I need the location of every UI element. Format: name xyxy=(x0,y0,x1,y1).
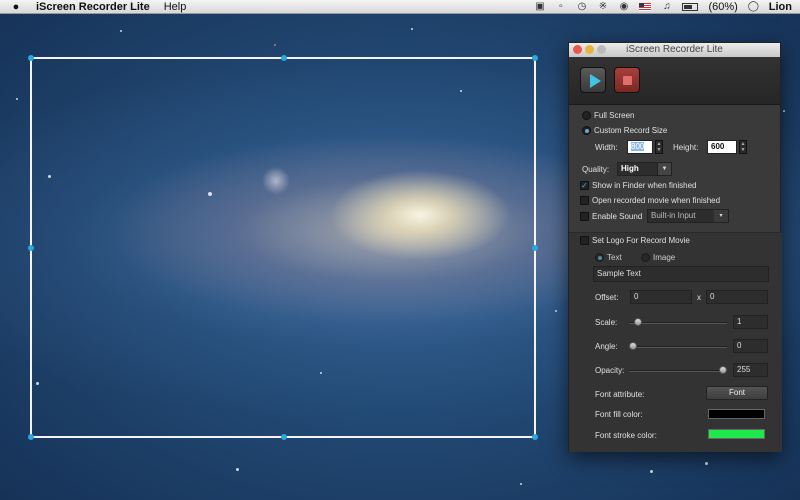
user-name[interactable]: Lion xyxy=(769,1,792,13)
resize-handle-tl[interactable] xyxy=(28,55,34,61)
chevron-down-icon: ▾ xyxy=(714,210,728,222)
quality-select[interactable]: High ▼ xyxy=(617,162,672,176)
opacity-slider[interactable] xyxy=(629,370,727,372)
offset-separator: x xyxy=(697,293,701,302)
full-screen-label: Full Screen xyxy=(594,111,635,120)
volume-icon[interactable]: ♫ xyxy=(661,2,672,12)
logo-text-radio[interactable] xyxy=(595,253,604,262)
record-settings: Full Screen Custom Record Size Width: 80… xyxy=(569,106,782,232)
resize-handle-tc[interactable] xyxy=(281,55,287,61)
stop-button[interactable] xyxy=(614,67,640,93)
menu-bar: ● iScreen Recorder Lite Help ▣ ▫ ◷ ※ ◉ ♫… xyxy=(0,0,800,14)
resize-handle-bl[interactable] xyxy=(28,434,34,440)
custom-size-radio[interactable] xyxy=(582,126,591,135)
resize-handle-bc[interactable] xyxy=(281,434,287,440)
sound-input-value: Built-in Input xyxy=(651,211,696,220)
sample-text-input[interactable]: Sample Text xyxy=(593,266,769,282)
logo-settings: Set Logo For Record Movie Text Image Sam… xyxy=(569,233,782,452)
resize-handle-tr[interactable] xyxy=(532,55,538,61)
offset-label: Offset: xyxy=(595,293,619,302)
battery-percent: (60%) xyxy=(708,1,738,13)
height-label: Height: xyxy=(673,143,699,152)
width-input[interactable]: 800 xyxy=(627,140,653,154)
us-flag-icon[interactable] xyxy=(639,3,652,11)
recorder-window: iScreen Recorder Lite Full Screen Custom… xyxy=(568,42,782,452)
offset-x-input[interactable]: 0 xyxy=(630,290,692,304)
time-machine-icon[interactable]: ◷ xyxy=(576,2,587,12)
font-stroke-color-label: Font stroke color: xyxy=(595,431,657,440)
font-attribute-label: Font attribute: xyxy=(595,390,645,399)
status-area: ▣ ▫ ◷ ※ ◉ ♫ (60%) ◯ Lion xyxy=(534,0,792,14)
scale-slider-knob[interactable] xyxy=(633,318,642,326)
clock-icon[interactable]: ◯ xyxy=(748,2,759,12)
quality-label: Quality: xyxy=(582,165,610,174)
scale-label: Scale: xyxy=(595,318,618,327)
toolbar xyxy=(569,57,780,105)
resize-handle-ml[interactable] xyxy=(28,245,34,251)
height-input[interactable]: 600 xyxy=(707,140,737,154)
close-icon[interactable] xyxy=(573,45,582,54)
show-in-finder-label: Show in Finder when finished xyxy=(592,181,697,190)
resize-handle-mr[interactable] xyxy=(532,245,538,251)
minimize-icon[interactable] xyxy=(585,45,594,54)
wifi-icon[interactable]: ◉ xyxy=(618,2,629,12)
angle-slider-knob[interactable] xyxy=(629,342,637,350)
app-menu[interactable]: iScreen Recorder Lite xyxy=(36,1,150,13)
play-button[interactable] xyxy=(580,67,606,93)
screen-icon[interactable]: ▣ xyxy=(534,2,545,12)
font-fill-color-label: Font fill color: xyxy=(595,410,643,419)
custom-size-label: Custom Record Size xyxy=(594,126,668,135)
opacity-slider-knob[interactable] xyxy=(719,366,727,374)
angle-value[interactable]: 0 xyxy=(733,339,768,353)
title-bar[interactable]: iScreen Recorder Lite xyxy=(569,43,780,57)
height-stepper[interactable]: ▲ ▼ xyxy=(739,140,747,154)
help-menu[interactable]: Help xyxy=(164,1,187,13)
set-logo-label: Set Logo For Record Movie xyxy=(592,236,690,245)
width-stepper[interactable]: ▲ ▼ xyxy=(655,140,663,154)
logo-image-radio[interactable] xyxy=(641,253,650,262)
enable-sound-checkbox[interactable] xyxy=(580,212,589,221)
offset-y-input[interactable]: 0 xyxy=(706,290,768,304)
scale-value[interactable]: 1 xyxy=(733,315,768,329)
quality-value: High xyxy=(621,164,639,173)
enable-sound-label: Enable Sound xyxy=(592,212,643,221)
show-in-finder-checkbox[interactable]: ✓ xyxy=(580,181,589,190)
font-stroke-color-well[interactable] xyxy=(708,429,765,439)
opacity-label: Opacity: xyxy=(595,366,625,375)
sound-input-select[interactable]: Built-in Input ▾ xyxy=(647,209,729,223)
set-logo-checkbox[interactable] xyxy=(580,236,589,245)
font-button[interactable]: Font xyxy=(706,386,768,400)
bluetooth-icon[interactable]: ※ xyxy=(597,2,608,12)
angle-label: Angle: xyxy=(595,342,618,351)
full-screen-radio[interactable] xyxy=(582,111,591,120)
apple-menu-icon[interactable]: ● xyxy=(6,1,26,13)
angle-slider[interactable] xyxy=(629,346,727,348)
timer-icon[interactable]: ▫ xyxy=(555,2,566,12)
capture-region[interactable] xyxy=(28,55,538,440)
resize-handle-br[interactable] xyxy=(532,434,538,440)
opacity-value[interactable]: 255 xyxy=(733,363,768,377)
width-label: Width: xyxy=(595,143,618,152)
font-fill-color-well[interactable] xyxy=(708,409,765,419)
chevron-down-icon: ▼ xyxy=(657,163,671,175)
logo-text-label: Text xyxy=(607,253,622,262)
logo-image-label: Image xyxy=(653,253,676,262)
window-title: iScreen Recorder Lite xyxy=(626,44,723,55)
width-value: 800 xyxy=(631,142,645,151)
battery-icon[interactable] xyxy=(682,3,699,11)
scale-slider[interactable] xyxy=(629,322,727,324)
zoom-icon[interactable] xyxy=(597,45,606,54)
open-recorded-checkbox[interactable] xyxy=(580,196,589,205)
open-recorded-label: Open recorded movie when finished xyxy=(592,196,721,205)
